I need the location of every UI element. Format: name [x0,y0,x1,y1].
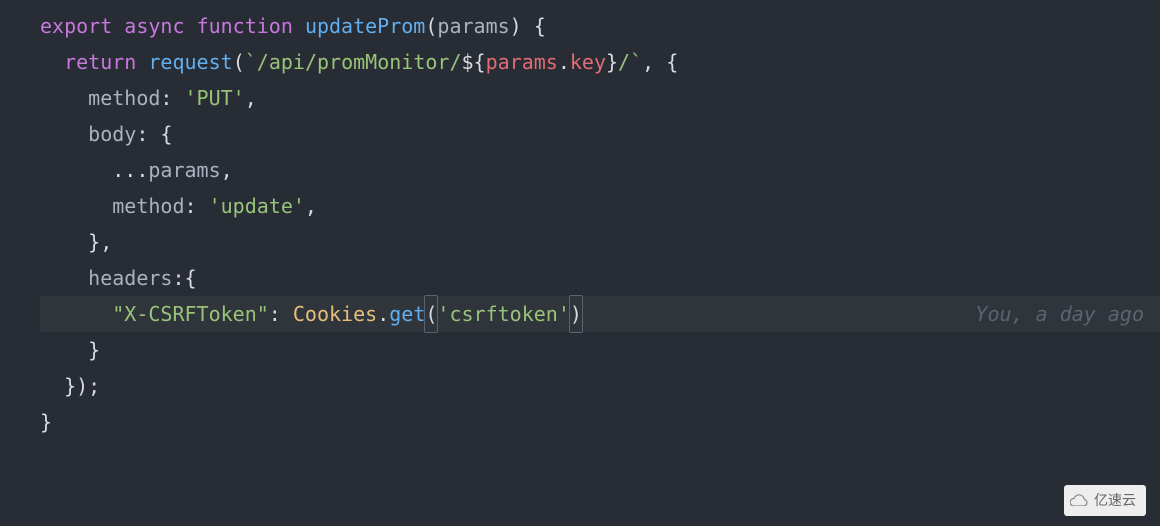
git-blame-annotation[interactable]: You, a day ago [975,296,1144,332]
string: / [618,44,630,80]
string: 'update' [209,188,305,224]
code-line-active[interactable]: "X-CSRFToken": Cookies.get('csrftoken') Y… [40,296,1160,332]
backtick: ` [630,44,642,80]
punct-lparen-matched: ( [424,295,438,333]
punct-comma: , [305,188,317,224]
punct-comma: , [221,152,233,188]
property-key: method [88,80,160,116]
keyword-export: export [40,8,112,44]
punct-lbrace: { [522,8,546,44]
tmpl-close: } [606,44,618,80]
function-name: updateProm [305,8,425,44]
code-line[interactable]: method: 'PUT', [40,80,1160,116]
punct-close: }); [64,368,100,404]
object: Cookies [293,296,377,332]
tmpl-prop: key [570,44,606,80]
punct-colon: : [160,80,184,116]
keyword-return: return [64,44,136,80]
punct-lparen: ( [425,8,437,44]
code-line[interactable]: headers:{ [40,260,1160,296]
punct: , { [642,44,678,80]
code-line[interactable]: }); [40,368,1160,404]
string: 'PUT' [185,80,245,116]
variable: params [148,152,220,188]
punct-colon: : [185,188,209,224]
code-line[interactable]: export async function updateProm(params)… [40,8,1160,44]
property-key: headers [88,260,172,296]
function-call: request [148,44,232,80]
spread: ... [112,152,148,188]
code-line[interactable]: method: 'update', [40,188,1160,224]
punct-comma: , [245,80,257,116]
punct-dot: . [377,296,389,332]
punct-rbrace: } [40,404,52,440]
code-editor[interactable]: export async function updateProm(params)… [0,8,1160,440]
code-line[interactable]: } [40,404,1160,440]
string-key: "X-CSRFToken" [112,296,269,332]
code-line[interactable]: }, [40,224,1160,260]
punct-dot: . [558,44,570,80]
punct: : { [136,116,172,152]
param: params [437,8,509,44]
punct-colon: : [269,296,293,332]
property-key: method [112,188,184,224]
punct: :{ [172,260,196,296]
code-line[interactable]: return request(`/api/promMonitor/${param… [40,44,1160,80]
string: /api/promMonitor/ [257,44,462,80]
watermark-badge: 亿速云 [1064,485,1146,516]
keyword-async: async [124,8,184,44]
cloud-icon [1070,491,1088,509]
punct-rbrace: } [88,332,100,368]
keyword-function: function [197,8,293,44]
punct-rparen: ) [510,8,522,44]
method: get [389,296,425,332]
tmpl-var: params [486,44,558,80]
punct-rbrace: }, [88,224,112,260]
code-line[interactable]: ...params, [40,152,1160,188]
property-key: body [88,116,136,152]
tmpl-open: ${ [461,44,485,80]
code-line[interactable]: body: { [40,116,1160,152]
punct-rparen-matched: ) [569,295,583,333]
watermark-text: 亿速云 [1094,488,1136,513]
backtick: ` [245,44,257,80]
string: 'csrftoken' [437,296,569,332]
punct-lparen: ( [233,44,245,80]
code-line[interactable]: } [40,332,1160,368]
